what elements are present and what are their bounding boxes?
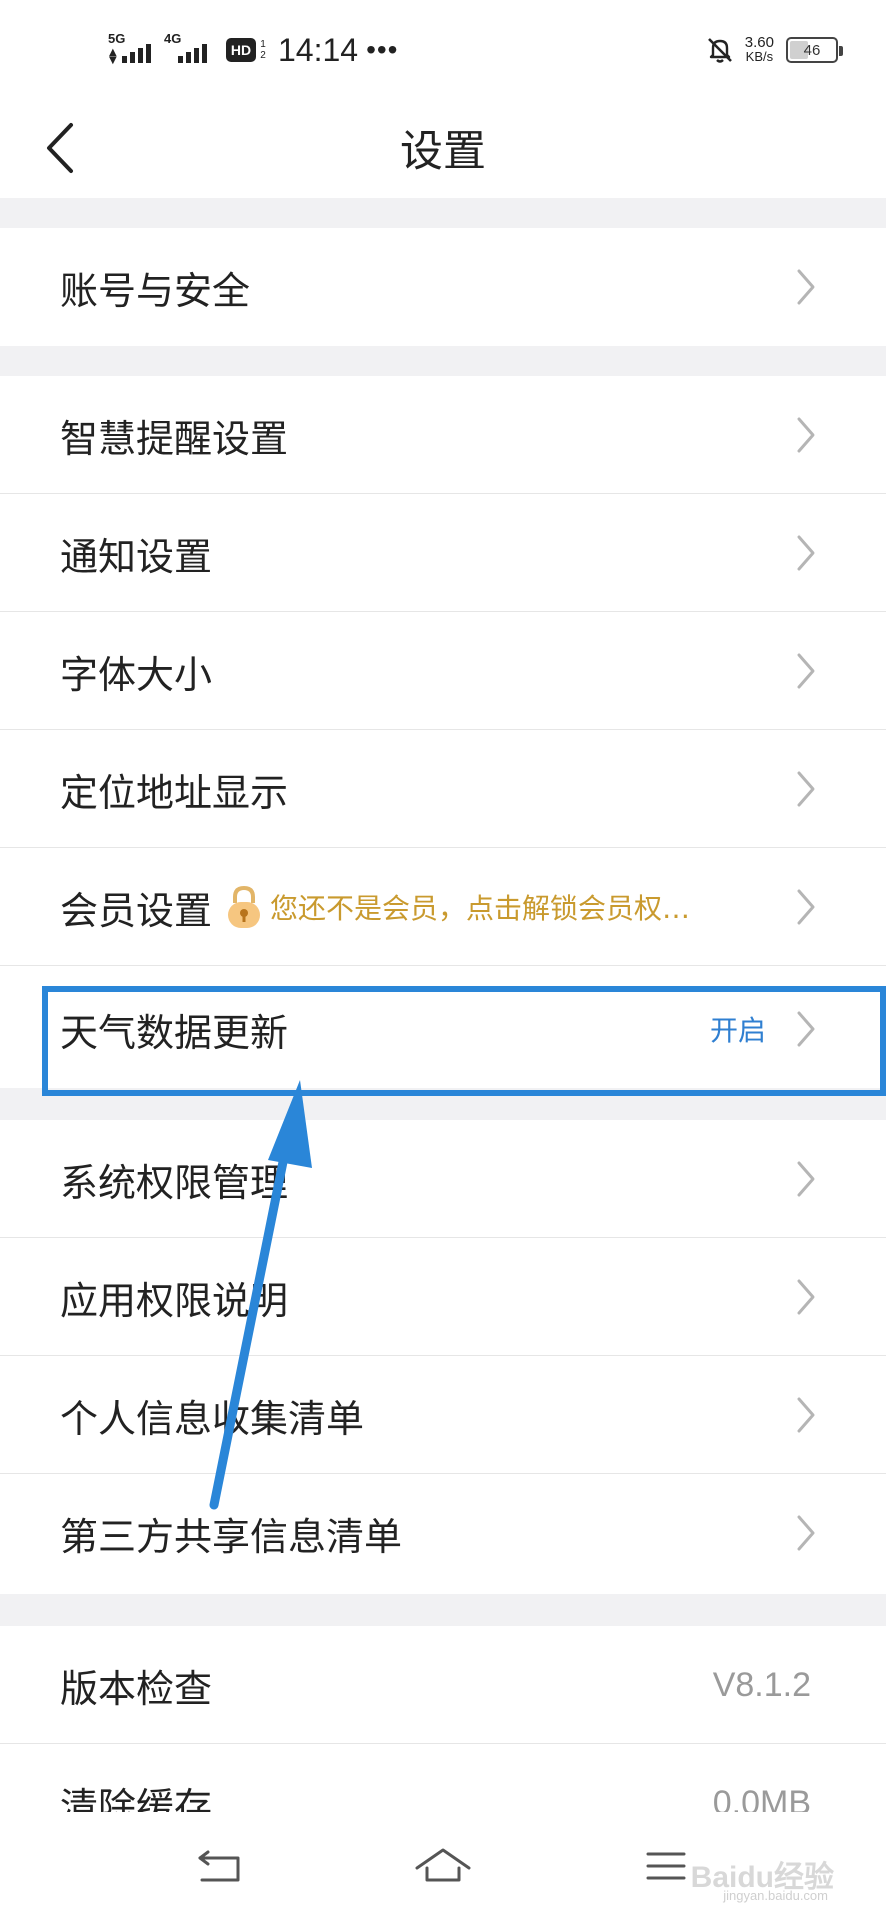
more-notifications-icon: ••• [366,34,399,65]
row-label: 系统权限管理 [60,1160,289,1205]
row-version-check[interactable]: 版本检查 V8.1.2 [0,1626,886,1744]
data-arrows-icon: ▲ ▼ [109,47,117,66]
vip-hint-group: 您还不是会员，点击解锁会员权… [224,848,690,966]
network-speed-value: 3.60 [744,34,774,51]
page-title: 设置 [400,127,486,177]
chevron-right-icon [797,269,815,305]
network-speed-unit: KB/s [745,49,774,64]
nav-back-button[interactable] [180,1836,260,1896]
section-gap [0,1594,886,1626]
row-location-display[interactable]: 定位地址显示 [0,730,886,848]
section-gap [0,198,886,228]
status-bar-left: 5G ▲ ▼ 4G HD 12 14:14 ••• [108,30,399,70]
weather-update-status: 开启 [709,1014,766,1047]
row-smart-reminder[interactable]: 智慧提醒设置 [0,376,886,494]
row-label: 个人信息收集清单 [60,1396,365,1441]
row-label: 字体大小 [60,652,213,697]
chevron-right-icon [797,653,815,689]
row-label: 账号与安全 [60,268,251,313]
status-time: 14:14 [278,31,359,68]
chevron-right-icon [797,889,815,925]
row-vip-settings[interactable]: 会员设置 您还不是会员，点击解锁会员权… [0,848,886,966]
row-personal-info-list[interactable]: 个人信息收集清单 [0,1356,886,1474]
mute-bell-icon [707,38,732,63]
chevron-right-icon [797,771,815,807]
baidu-watermark: Baidu经验 jingyan.baidu.com [691,1852,834,1903]
row-label: 版本检查 [60,1666,213,1711]
hd-voice-badge: HD [226,38,256,62]
section-gap [0,346,886,376]
row-notification-settings[interactable]: 通知设置 [0,494,886,612]
row-font-size[interactable]: 字体大小 [0,612,886,730]
hd-sim-indicator: 12 [260,39,266,61]
row-label: 通知设置 [60,534,213,579]
chevron-right-icon [797,417,815,453]
divider [0,965,886,966]
row-weather-data-update[interactable]: 天气数据更新 开启 [0,970,886,1088]
battery-tip [839,46,843,56]
row-label: 会员设置 [60,888,213,933]
watermark-sub-text: jingyan.baidu.com [723,1888,828,1903]
row-third-party-sharing-list[interactable]: 第三方共享信息清单 [0,1474,886,1592]
row-label: 应用权限说明 [60,1278,289,1323]
battery-level-text: 46 [803,41,821,59]
version-value: V8.1.2 [712,1665,811,1704]
network-5g-indicator: 5G ▲ ▼ [108,31,158,67]
signal-bars-icon [122,44,151,63]
chevron-right-icon [797,535,815,571]
system-nav-bar: Baidu经验 jingyan.baidu.com [0,1812,886,1920]
status-bar: 5G ▲ ▼ 4G HD 12 14:14 ••• 3.60 KB/s 46 [0,0,886,98]
vip-hint-text: 您还不是会员，点击解锁会员权… [270,892,691,925]
lock-icon [228,885,260,928]
network-4g-indicator: 4G [164,31,214,67]
row-system-permissions[interactable]: 系统权限管理 [0,1120,886,1238]
chevron-right-icon [797,1279,815,1315]
nav-home-button[interactable] [403,1836,483,1896]
header: 设置 [0,98,886,198]
row-app-permission-notes[interactable]: 应用权限说明 [0,1238,886,1356]
chevron-right-icon [797,1161,815,1197]
network-speed: 3.60 KB/s [744,34,774,64]
row-label: 天气数据更新 [60,1010,289,1055]
battery-icon: 46 [786,37,843,63]
status-bar-right: 3.60 KB/s 46 [705,30,843,70]
signal-bars-icon [178,44,207,63]
row-label: 定位地址显示 [60,770,289,815]
row-account-security[interactable]: 账号与安全 [0,228,886,346]
section-gap [0,1088,886,1120]
row-label: 第三方共享信息清单 [60,1514,403,1559]
nav-back-icon [198,1850,240,1882]
nav-menu-icon [646,1852,686,1880]
chevron-right-icon [797,1011,815,1047]
chevron-right-icon [797,1515,815,1551]
row-label: 智慧提醒设置 [60,416,289,461]
chevron-right-icon [797,1397,815,1433]
nav-home-icon [415,1848,471,1882]
